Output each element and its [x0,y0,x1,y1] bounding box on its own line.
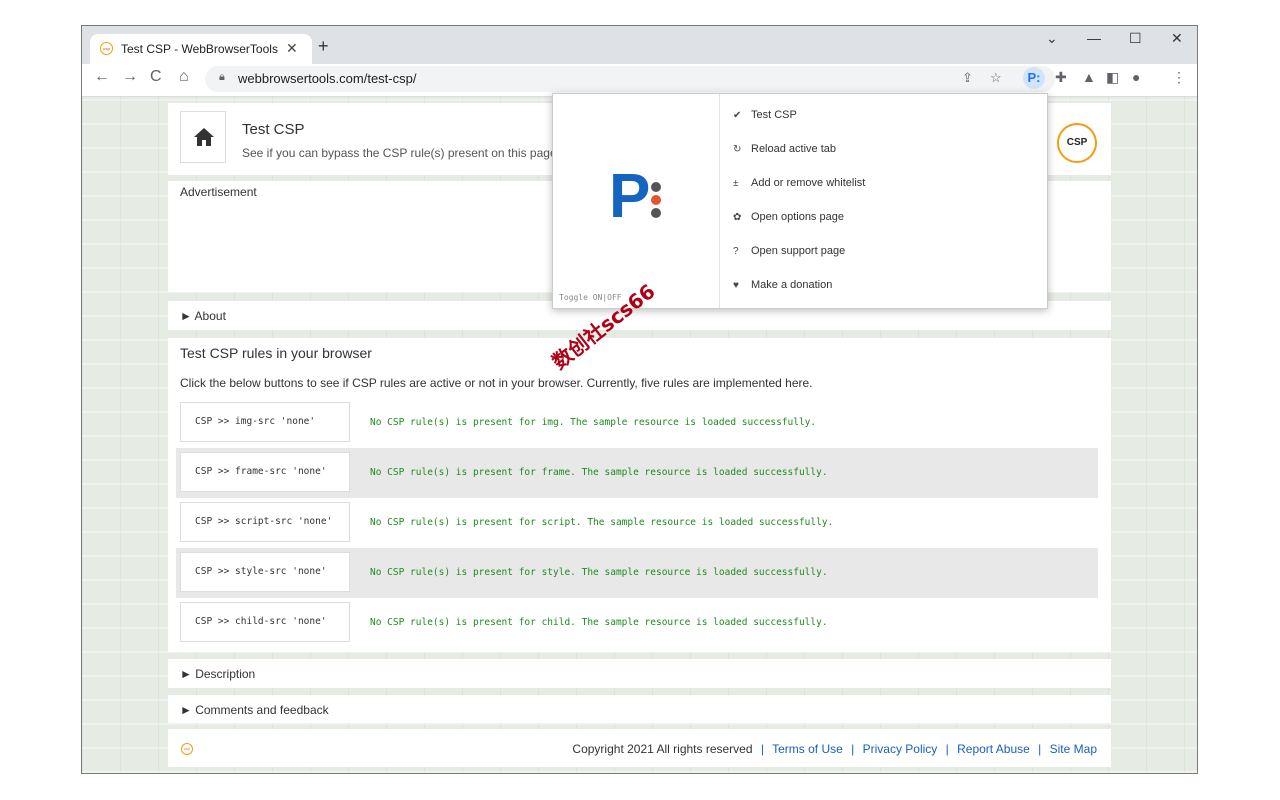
table-row: CSP >> style-src 'none' No CSP rule(s) i… [176,548,1098,598]
menu-label: Add or remove whitelist [751,177,866,189]
table-row: CSP >> child-src 'none' No CSP rule(s) i… [176,598,1098,648]
home-button[interactable] [180,111,226,163]
labs-flask-icon[interactable]: ▲ [1082,69,1096,85]
close-window-button[interactable]: ✕ [1171,30,1183,47]
menu-item-whitelist[interactable]: ± Add or remove whitelist [733,177,865,189]
csp-favicon-icon: csp [100,42,113,55]
table-row: CSP >> script-src 'none' No CSP rule(s) … [176,498,1098,548]
table-row: CSP >> img-src 'none' No CSP rule(s) is … [176,398,1098,448]
profile-avatar-icon[interactable]: ● [1132,69,1140,85]
check-icon: ✔ [733,110,742,121]
site-map-link[interactable]: Site Map [1050,742,1097,756]
address-bar[interactable]: 🔒︎ webbrowsertools.com/test-csp/ ⇪ ☆ [205,66,1055,92]
heart-icon: ♥ [733,280,739,291]
menu-item-reload[interactable]: ↻ Reload active tab [733,143,836,155]
gear-icon: ✿ [733,212,742,223]
menu-label: Test CSP [751,109,797,121]
menu-item-donation[interactable]: ♥ Make a donation [733,279,832,291]
menu-label: Open support page [751,245,846,257]
back-icon[interactable]: ← [94,68,110,86]
minimize-button[interactable]: — [1087,30,1101,46]
result-text: No CSP rule(s) is present for child. The… [370,617,828,628]
reload-icon[interactable]: C [150,68,162,86]
url-text[interactable]: webbrowsertools.com/test-csp/ [238,71,416,86]
result-text: No CSP rule(s) is present for frame. The… [370,467,828,478]
extensions-puzzle-icon[interactable]: ✚ [1055,69,1067,86]
test-img-src-button[interactable]: CSP >> img-src 'none' [180,402,350,442]
reload-icon: ↻ [733,144,742,155]
result-text: No CSP rule(s) is present for img. The s… [370,417,817,428]
menu-item-support[interactable]: ? Open support page [733,245,845,257]
about-label: ► About [180,309,226,323]
tab-close-icon[interactable]: ✕ [286,40,298,57]
tab-title: Test CSP - WebBrowserTools [121,42,278,56]
logo-dot-icon [651,182,661,192]
menu-label: Make a donation [751,279,833,291]
menu-label: Reload active tab [751,143,836,155]
section-intro: Click the below buttons to see if CSP ru… [180,376,813,390]
comments-label: ► Comments and feedback [180,703,329,717]
house-icon [194,128,214,146]
share-icon[interactable]: ⇪ [962,70,973,86]
report-abuse-link[interactable]: Report Abuse [957,742,1030,756]
test-section: Test CSP rules in your browser Click the… [168,338,1111,652]
privacy-policy-link[interactable]: Privacy Policy [863,742,938,756]
table-row: CSP >> frame-src 'none' No CSP rule(s) i… [176,448,1098,498]
tab-test-csp[interactable]: csp Test CSP - WebBrowserTools ✕ [90,34,312,64]
menu-kebab-icon[interactable]: ⋮ [1172,69,1186,86]
side-panel-icon[interactable]: ◧ [1106,69,1119,86]
new-tab-button[interactable]: + [318,36,329,57]
advertisement-label: Advertisement [180,185,257,199]
terms-of-use-link[interactable]: Terms of Use [772,742,843,756]
popup-p-logo: P [609,162,651,231]
result-text: No CSP rule(s) is present for style. The… [370,567,828,578]
menu-item-options[interactable]: ✿ Open options page [733,211,844,223]
lock-icon[interactable]: 🔒︎ [219,71,225,84]
home-icon[interactable]: ⌂ [179,68,189,86]
popup-logo-panel[interactable]: P Toggle ON|OFF [553,94,720,308]
footer-links: Copyright 2021 All rights reserved | Ter… [572,742,1097,756]
test-script-src-button[interactable]: CSP >> script-src 'none' [180,502,350,542]
question-icon: ? [733,246,739,257]
menu-label: Open options page [751,211,844,223]
logo-dot-icon [651,208,661,218]
page-title: Test CSP [242,121,305,138]
maximize-button[interactable]: ☐ [1129,30,1142,47]
separator: | [760,742,764,756]
bookmark-star-icon[interactable]: ☆ [990,70,1002,86]
menu-item-test-csp[interactable]: ✔ Test CSP [733,109,797,121]
footer-csp-logo-icon: csp [181,743,193,755]
separator: | [851,742,855,756]
comments-toggle[interactable]: ► Comments and feedback [168,695,1111,723]
copyright-text: Copyright 2021 All rights reserved [572,742,753,756]
browser-window: csp Test CSP - WebBrowserTools ✕ + ⌄ — ☐… [81,25,1198,774]
csp-extension-icon[interactable]: P: [1023,67,1045,89]
separator: | [1038,742,1042,756]
separator: | [945,742,949,756]
tab-search-icon[interactable]: ⌄ [1046,30,1058,47]
tab-strip: csp Test CSP - WebBrowserTools ✕ + ⌄ — ☐… [82,26,1197,64]
description-toggle[interactable]: ► Description [168,659,1111,688]
csp-logo: CSP [1057,123,1097,163]
result-text: No CSP rule(s) is present for script. Th… [370,517,834,528]
extension-popup: P Toggle ON|OFF ✔ Test CSP ↻ Reload active… [552,93,1048,309]
test-frame-src-button[interactable]: CSP >> frame-src 'none' [180,452,350,492]
page-footer: csp Copyright 2021 All rights reserved |… [168,729,1111,767]
test-style-src-button[interactable]: CSP >> style-src 'none' [180,552,350,592]
logo-dot-icon [651,195,661,205]
description-label: ► Description [180,667,256,681]
page-subtitle: See if you can bypass the CSP rule(s) pr… [242,146,557,160]
section-title: Test CSP rules in your browser [180,345,372,361]
plus-minus-icon: ± [733,178,739,189]
forward-icon[interactable]: → [122,68,138,86]
test-child-src-button[interactable]: CSP >> child-src 'none' [180,602,350,642]
